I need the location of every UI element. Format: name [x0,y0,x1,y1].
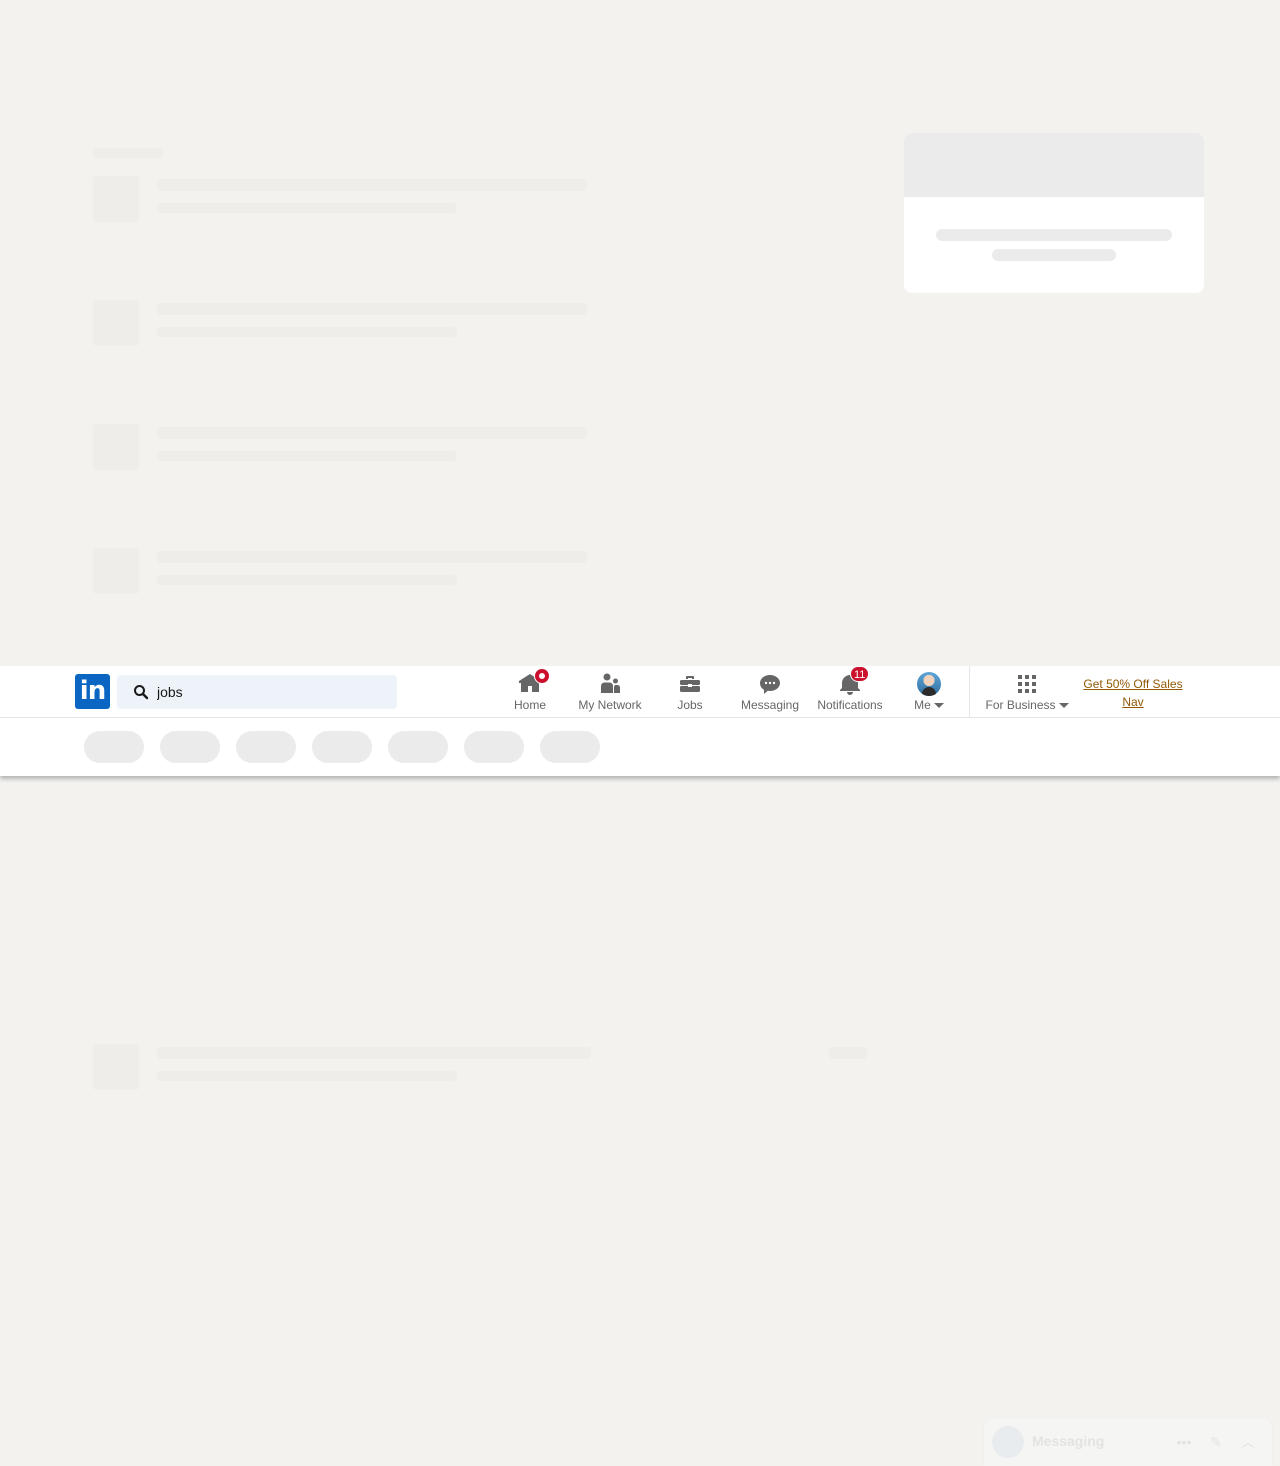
home-notification-dot [534,668,550,684]
skeleton-pill [312,731,372,763]
side-card-skeleton [904,133,1204,293]
nav-label: Messaging [740,698,800,712]
linkedin-logo[interactable]: in [75,674,110,709]
skeleton-thumb [93,548,139,594]
skeleton-line [157,179,587,191]
briefcase-icon [678,672,702,696]
chat-icon [758,672,782,696]
global-nav: in Home My Network [0,666,1280,718]
nav-label: Home [513,698,546,712]
skeleton-pill [160,731,220,763]
messaging-overlay-bar[interactable]: Messaging ••• ✎ ︿ [984,1418,1272,1466]
chevron-down-icon [933,703,944,709]
nav-label: Jobs [677,698,703,712]
nav-me[interactable]: Me [889,666,969,718]
skeleton-line [157,1047,591,1059]
skeleton-line [157,575,457,585]
skeleton-heading [93,148,163,158]
skeleton-thumb [93,424,139,470]
compose-icon[interactable]: ✎ [1206,1432,1226,1452]
nav-my-network[interactable]: My Network [570,666,650,718]
skeleton-line [936,229,1172,241]
skeleton-line [157,427,587,439]
skeleton-thumb [93,300,139,346]
chevron-up-icon[interactable]: ︿ [1238,1432,1258,1452]
home-icon [518,668,550,696]
profile-photo [917,672,941,696]
more-options-icon[interactable]: ••• [1174,1432,1194,1452]
nav-label: My Network [578,698,642,712]
nav-messaging[interactable]: Messaging [730,666,810,718]
grid-icon [1015,672,1039,696]
skeleton-line [992,249,1116,261]
skeleton-pill [236,731,296,763]
nav-jobs[interactable]: Jobs [650,666,730,718]
chevron-down-icon [1058,703,1069,709]
avatar [992,1426,1024,1458]
nav-notifications[interactable]: 11 Notifications [810,666,890,718]
skeleton-pill [84,731,144,763]
skeleton-line [157,451,457,461]
search-input[interactable] [157,675,387,709]
skeleton-pill [464,731,524,763]
skeleton-line [157,1071,457,1081]
messaging-bar-label: Messaging [1032,1433,1105,1449]
nav-label: Notifications [817,698,883,712]
skeleton-line [829,1047,867,1059]
nav-for-business[interactable]: For Business [980,666,1074,718]
skeleton-line [157,327,457,337]
skeleton-line [157,551,587,563]
notifications-count-badge: 11 [850,666,870,682]
skeleton-line [157,303,587,315]
nav-for-business-label-wrap: For Business [985,697,1069,713]
skeleton-thumb [93,1044,139,1090]
skeleton-thumb [93,176,139,222]
skeleton-pill [388,731,448,763]
nav-label: Me [914,698,931,712]
search-icon [134,685,149,700]
people-icon [598,672,622,696]
nav-home[interactable]: Home [490,666,570,718]
sales-nav-promo-link[interactable]: Get 50% Off Sales Nav [1074,675,1192,711]
avatar [917,672,941,696]
bell-icon: 11 [838,666,870,696]
nav-label: For Business [985,698,1056,712]
skeleton-pill [540,731,600,763]
nav-divider [969,666,970,718]
nav-me-label-wrap: Me [914,697,944,713]
skeleton-banner [904,133,1204,197]
search-box[interactable] [117,675,397,709]
filter-bar-skeleton [0,718,1280,776]
skeleton-line [157,203,457,213]
